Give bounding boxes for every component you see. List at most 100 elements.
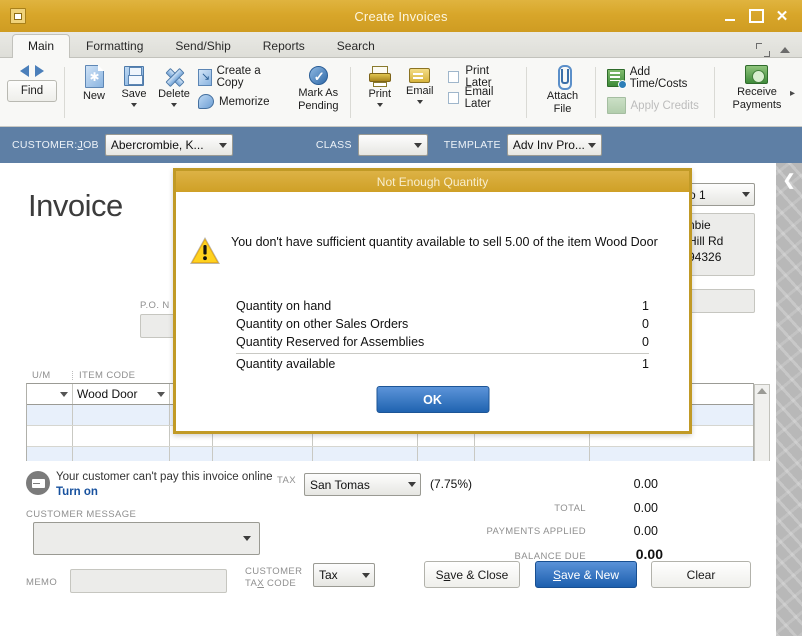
memorize-icon bbox=[198, 94, 214, 109]
secondary-field[interactable] bbox=[683, 289, 755, 313]
save-icon bbox=[124, 66, 144, 86]
cell-um[interactable] bbox=[27, 426, 73, 446]
mark-as-pending-button[interactable]: Mark As Pending bbox=[287, 61, 343, 114]
table-row-total: Quantity available 1 bbox=[236, 353, 649, 373]
apply-credits-icon bbox=[607, 97, 626, 114]
clear-button[interactable]: Clear bbox=[651, 561, 751, 588]
print-button[interactable]: Print bbox=[360, 61, 400, 109]
save-and-new-button[interactable]: Save & New bbox=[535, 561, 637, 588]
scroll-up-arrow[interactable] bbox=[757, 388, 767, 394]
customer-message-dropdown[interactable] bbox=[33, 522, 260, 555]
row-label: Quantity on hand bbox=[236, 297, 331, 315]
delete-dropdown-icon[interactable] bbox=[171, 103, 177, 107]
class-label: CLASS bbox=[316, 139, 352, 151]
ok-button[interactable]: OK bbox=[376, 386, 489, 413]
previous-record-icon[interactable] bbox=[20, 65, 29, 77]
cell-item-code[interactable] bbox=[73, 405, 170, 425]
email-later-checkbox[interactable]: Email Later bbox=[448, 87, 517, 108]
create-invoices-window: Create Invoices ✕ Main Formatting Send/S… bbox=[0, 0, 802, 636]
save-dropdown-icon[interactable] bbox=[131, 103, 137, 107]
window-title: Create Invoices bbox=[0, 9, 802, 24]
chevron-down-icon bbox=[238, 523, 255, 554]
tab-main[interactable]: Main bbox=[12, 34, 70, 58]
address-line: nbie bbox=[688, 217, 750, 233]
email-dropdown-icon[interactable] bbox=[417, 100, 423, 104]
dialog-title-bar: Not Enough Quantity bbox=[176, 171, 689, 192]
paperclip-icon bbox=[556, 64, 570, 88]
dialog-body: You don't have sufficient quantity avail… bbox=[176, 192, 689, 431]
row-value: 1 bbox=[642, 355, 649, 373]
send-later-checkboxes: Print Later Email Later bbox=[440, 61, 519, 108]
expand-icon[interactable] bbox=[756, 43, 770, 57]
template-dropdown[interactable]: Adv Inv Pro... bbox=[507, 134, 602, 156]
checkbox-icon bbox=[448, 71, 460, 83]
title-bar: Create Invoices ✕ bbox=[0, 0, 802, 32]
chevron-down-icon[interactable] bbox=[60, 392, 68, 397]
tax-dropdown[interactable]: San Tomas bbox=[304, 473, 421, 496]
terms-dropdown[interactable]: o 1 bbox=[683, 183, 755, 206]
customer-job-dropdown[interactable]: Abercrombie, K... bbox=[105, 134, 233, 156]
page-title: Invoice bbox=[28, 188, 123, 224]
ship-to-address[interactable]: nbie Hill Rd 94326 bbox=[683, 213, 755, 276]
next-record-icon[interactable] bbox=[35, 65, 44, 77]
create-a-copy-button[interactable]: Create a Copy bbox=[198, 65, 283, 89]
tab-reports[interactable]: Reports bbox=[247, 34, 321, 58]
tax-label: TAX bbox=[277, 475, 296, 486]
tab-send-ship[interactable]: Send/Ship bbox=[159, 34, 246, 58]
save-button[interactable]: Save bbox=[114, 61, 154, 109]
ribbon-group-send: Print Email Print Later Email Later bbox=[350, 61, 526, 126]
record-nav-arrows bbox=[20, 65, 44, 77]
column-header-item-code: ITEM CODE bbox=[72, 370, 169, 381]
delete-button[interactable]: Delete bbox=[154, 61, 194, 109]
ribbon-tabs: Main Formatting Send/Ship Reports Search bbox=[0, 32, 802, 58]
chevron-down-icon bbox=[737, 184, 754, 205]
customer-tax-code-label-text: CUSTOMERTAX CODE bbox=[245, 566, 302, 589]
new-button[interactable]: ✱ New bbox=[74, 61, 114, 105]
apply-credits-button[interactable]: Apply Credits bbox=[607, 97, 707, 114]
quantity-breakdown-table: Quantity on hand 1 Quantity on other Sal… bbox=[236, 297, 649, 373]
tab-formatting[interactable]: Formatting bbox=[70, 34, 159, 58]
ribbon-overflow-icon[interactable]: ▸ bbox=[790, 88, 795, 99]
row-value: 1 bbox=[642, 297, 649, 315]
cell-um[interactable] bbox=[27, 405, 73, 425]
address-line: Hill Rd bbox=[688, 233, 750, 249]
row-label: Quantity Reserved for Assemblies bbox=[236, 333, 424, 351]
dialog-message: You don't have sufficient quantity avail… bbox=[231, 234, 667, 251]
row-value: 0 bbox=[642, 315, 649, 333]
print-later-checkbox[interactable]: Print Later bbox=[448, 66, 517, 87]
checkbox-icon bbox=[448, 92, 459, 104]
side-collapse-panel[interactable]: ❮ bbox=[776, 163, 802, 636]
table-row: Quantity on hand 1 bbox=[236, 297, 649, 315]
close-button[interactable]: ✕ bbox=[770, 5, 794, 27]
window-icon bbox=[10, 8, 26, 24]
chevron-down-icon[interactable] bbox=[157, 392, 165, 397]
email-button[interactable]: Email bbox=[400, 61, 440, 106]
memorize-button[interactable]: Memorize bbox=[198, 94, 283, 109]
receive-payments-button[interactable]: Receive Payments bbox=[726, 61, 788, 113]
online-payment-icon bbox=[26, 471, 50, 495]
memo-input[interactable] bbox=[70, 569, 227, 593]
maximize-button[interactable] bbox=[744, 5, 768, 27]
template-label: TEMPLATE bbox=[444, 139, 501, 151]
tab-search[interactable]: Search bbox=[321, 34, 391, 58]
total-amount: 0.00 bbox=[598, 501, 658, 515]
customer-job-label: CUSTOMER:JOB bbox=[12, 139, 99, 151]
save-and-close-button[interactable]: Save & Close bbox=[424, 561, 520, 588]
chevron-down-icon bbox=[410, 135, 427, 155]
class-dropdown[interactable] bbox=[358, 134, 428, 156]
print-dropdown-icon[interactable] bbox=[377, 103, 383, 107]
attach-file-button[interactable]: Attach File bbox=[538, 61, 588, 117]
minimize-button[interactable] bbox=[718, 5, 742, 27]
customer-tax-code-dropdown[interactable]: Tax bbox=[313, 563, 375, 587]
cell-um[interactable] bbox=[27, 384, 73, 404]
cell-item-code[interactable] bbox=[73, 426, 170, 446]
row-label: Quantity on other Sales Orders bbox=[236, 315, 408, 333]
find-button[interactable]: Find bbox=[7, 80, 57, 102]
row-label: Quantity available bbox=[236, 355, 335, 373]
balance-due-amount: 0.00 bbox=[598, 546, 663, 562]
add-time-costs-button[interactable]: Add Time/Costs bbox=[607, 66, 707, 90]
chevron-left-icon[interactable]: ❮ bbox=[783, 171, 796, 189]
turn-on-link[interactable]: Turn on bbox=[56, 486, 98, 498]
chevron-up-icon[interactable] bbox=[780, 47, 790, 53]
cell-item-code[interactable]: Wood Door bbox=[73, 384, 170, 404]
